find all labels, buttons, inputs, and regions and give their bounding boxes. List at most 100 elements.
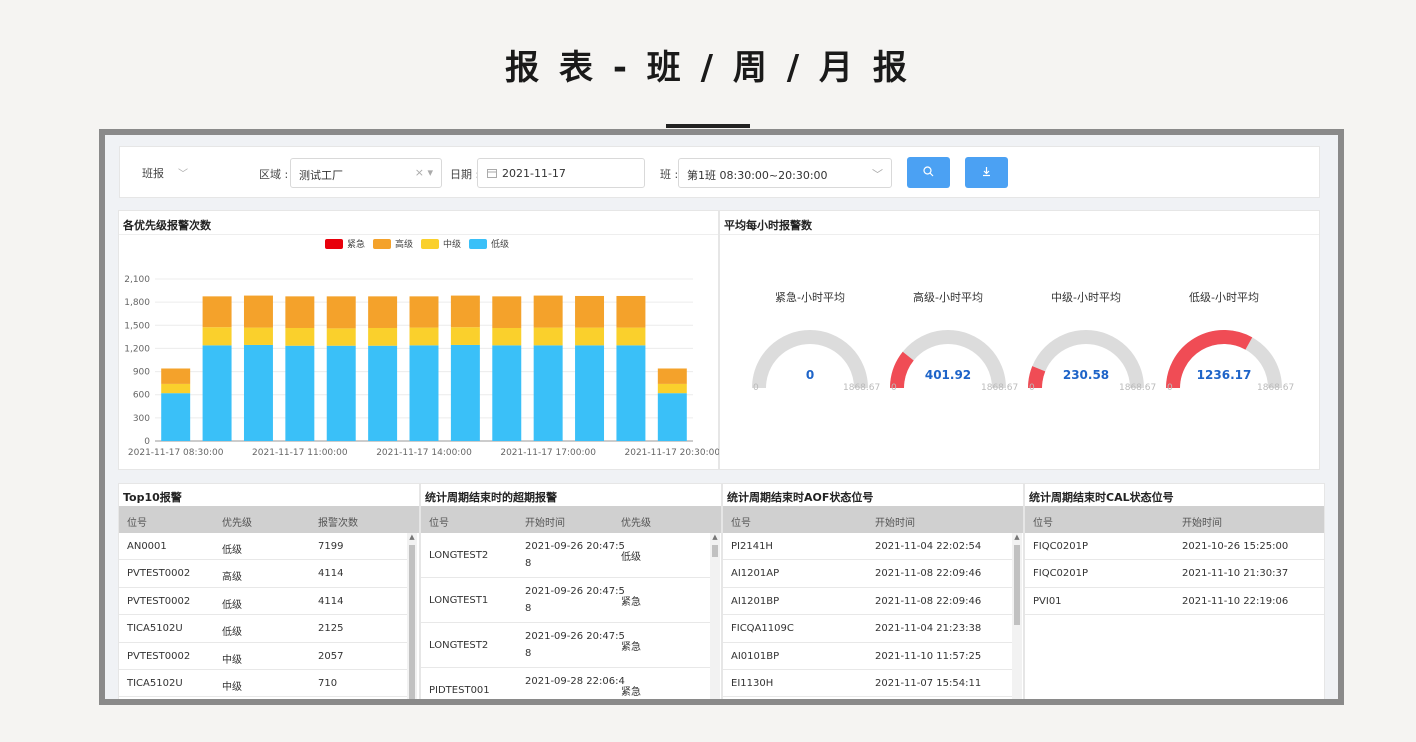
table-cell: LONGTEST2 bbox=[429, 550, 489, 561]
cal-title: 统计周期结束时CAL状态位号 bbox=[1029, 491, 1174, 504]
bar-segment[interactable] bbox=[450, 327, 480, 345]
bar-segment[interactable] bbox=[202, 345, 232, 441]
date-label: 日期 : bbox=[450, 168, 480, 181]
scroll-up-icon[interactable]: ▲ bbox=[710, 533, 720, 541]
search-button[interactable] bbox=[907, 157, 950, 188]
scroll-thumb[interactable] bbox=[1014, 545, 1020, 625]
bar-segment[interactable] bbox=[202, 296, 232, 328]
bar-segment[interactable] bbox=[657, 368, 687, 384]
report-type-select[interactable]: 班报 ﹀ bbox=[142, 165, 188, 181]
bar-segment[interactable] bbox=[492, 327, 522, 346]
table-cell: 中级 bbox=[222, 654, 242, 666]
bar-segment[interactable] bbox=[616, 345, 646, 441]
bar-segment[interactable] bbox=[616, 327, 646, 346]
bar-segment[interactable] bbox=[326, 345, 356, 441]
table-row[interactable]: FIQC0201P 2021-11-10 21:30:37 bbox=[1025, 560, 1324, 588]
scroll-thumb[interactable] bbox=[712, 545, 718, 557]
gauge-max: 1868.67 bbox=[1119, 383, 1157, 393]
bar-segment[interactable] bbox=[533, 295, 563, 328]
bar-segment[interactable] bbox=[161, 368, 191, 384]
bar-segment[interactable] bbox=[409, 296, 439, 328]
bar-segment[interactable] bbox=[533, 327, 563, 346]
table-cell: 2021-11-10 22:19:06 bbox=[1182, 595, 1289, 607]
gauge-max: 1868.67 bbox=[1257, 383, 1295, 393]
table-cell: 7199 bbox=[318, 541, 344, 552]
bar-segment[interactable] bbox=[243, 295, 273, 328]
download-button[interactable] bbox=[965, 157, 1008, 188]
y-tick-label: 600 bbox=[133, 391, 150, 401]
area-select[interactable]: 测试工厂 × ▾ bbox=[290, 158, 442, 188]
table-cell: 2021-11-08 22:09:46 bbox=[875, 595, 982, 607]
table-row[interactable]: EI1130H 2021-11-07 15:54:11 bbox=[723, 670, 1012, 698]
table-row[interactable]: LONGTEST2 2021-09-26 20:47:5 8 紧急 bbox=[421, 623, 710, 668]
date-picker[interactable]: 2021-11-17 bbox=[477, 158, 645, 188]
overdue-header: 位号 开始时间 优先级 bbox=[421, 506, 721, 533]
bar-segment[interactable] bbox=[368, 327, 398, 346]
table-row[interactable]: AN0001 低级 7199 bbox=[119, 533, 407, 561]
aof-scrollbar[interactable]: ▲ bbox=[1012, 533, 1022, 699]
bar-segment[interactable] bbox=[285, 345, 315, 441]
bar-segment[interactable] bbox=[409, 327, 439, 346]
scroll-thumb[interactable] bbox=[409, 545, 415, 699]
bar-segment[interactable] bbox=[657, 383, 687, 394]
date-value: 2021-11-17 bbox=[502, 167, 566, 180]
table-cell: 2021-11-04 21:23:38 bbox=[875, 623, 982, 635]
table-row[interactable]: AI0101BP 2021-11-10 11:57:25 bbox=[723, 643, 1012, 670]
table-cell: 8 bbox=[525, 648, 532, 659]
bar-segment[interactable] bbox=[575, 345, 605, 441]
bar-segment[interactable] bbox=[326, 296, 356, 329]
aof-title: 统计周期结束时AOF状态位号 bbox=[727, 491, 874, 504]
bar-segment[interactable] bbox=[243, 344, 273, 441]
bar-segment[interactable] bbox=[161, 393, 191, 441]
table-row[interactable]: FIQC0201P 2021-10-26 15:25:00 bbox=[1025, 533, 1324, 561]
table-row[interactable]: PVTEST0002 中级 2057 bbox=[119, 643, 407, 670]
bar-segment[interactable] bbox=[616, 295, 646, 328]
bar-segment[interactable] bbox=[326, 328, 356, 346]
bar-segment[interactable] bbox=[533, 345, 563, 441]
table-row[interactable]: AI1201AP 2021-11-08 22:09:46 bbox=[723, 560, 1012, 588]
table-cell: AI1201AP bbox=[731, 568, 780, 580]
clear-icon[interactable]: × bbox=[415, 166, 424, 179]
bar-segment[interactable] bbox=[492, 296, 522, 328]
bar-segment[interactable] bbox=[161, 383, 191, 394]
bar-segment[interactable] bbox=[368, 345, 398, 441]
bar-segment[interactable] bbox=[285, 327, 315, 346]
y-tick-label: 300 bbox=[133, 414, 150, 424]
bar-segment[interactable] bbox=[575, 327, 605, 346]
bar-segment[interactable] bbox=[409, 345, 439, 441]
table-cell: 710 bbox=[318, 678, 338, 689]
search-icon bbox=[923, 166, 934, 177]
overdue-scrollbar[interactable]: ▲ bbox=[710, 533, 720, 699]
scroll-up-icon[interactable]: ▲ bbox=[407, 533, 417, 541]
table-row[interactable]: PVTEST0002 高级 4114 bbox=[119, 560, 407, 588]
col-header: 位号 bbox=[1033, 518, 1053, 529]
table-row[interactable]: PVTEST0002 低级 4114 bbox=[119, 588, 407, 616]
bar-segment[interactable] bbox=[368, 296, 398, 328]
table-row[interactable]: FICQA1109C 2021-11-04 21:23:38 bbox=[723, 615, 1012, 643]
bar-segment[interactable] bbox=[285, 296, 315, 328]
table-row[interactable]: PIDTEST001 2021-09-28 22:06:4 紧急 bbox=[421, 668, 710, 699]
table-row[interactable]: LONGTEST1 2021-09-26 20:47:5 8 紧急 bbox=[421, 578, 710, 623]
top10-scrollbar[interactable]: ▲ bbox=[407, 533, 417, 699]
table-cell: 4114 bbox=[318, 568, 344, 580]
table-row[interactable]: TICA5102U 中级 710 bbox=[119, 670, 407, 698]
bar-segment[interactable] bbox=[450, 295, 480, 328]
table-cell: PI2141H bbox=[731, 541, 773, 552]
table-row[interactable]: PI2141H 2021-11-04 22:02:54 bbox=[723, 533, 1012, 561]
table-row[interactable]: PVI01 2021-11-10 22:19:06 bbox=[1025, 588, 1324, 616]
bar-segment[interactable] bbox=[575, 295, 605, 328]
bar-segment[interactable] bbox=[657, 393, 687, 441]
bar-segment[interactable] bbox=[450, 344, 480, 441]
x-tick-label: 2021-11-17 14:00:00 bbox=[376, 448, 472, 458]
table-row[interactable]: AI1201BP 2021-11-08 22:09:46 bbox=[723, 588, 1012, 616]
overdue-table: 统计周期结束时的超期报警 位号 开始时间 优先级 LONGTEST2 2021-0… bbox=[420, 483, 722, 699]
scroll-up-icon[interactable]: ▲ bbox=[1012, 533, 1022, 541]
page-title: 报 表 - 班 / 周 / 月 报 bbox=[505, 48, 911, 88]
bar-segment[interactable] bbox=[492, 345, 522, 441]
table-row[interactable]: TICA5102U 低级 2125 bbox=[119, 615, 407, 643]
bar-segment[interactable] bbox=[202, 327, 232, 346]
table-row[interactable]: LONGTEST2 2021-09-26 20:47:5 8 低级 bbox=[421, 533, 710, 578]
bar-segment[interactable] bbox=[243, 327, 273, 345]
gauge-title: 高级-小时平均 bbox=[913, 291, 983, 304]
shift-select[interactable]: 第1班 08:30:00~20:30:00 ﹀ bbox=[678, 158, 892, 188]
